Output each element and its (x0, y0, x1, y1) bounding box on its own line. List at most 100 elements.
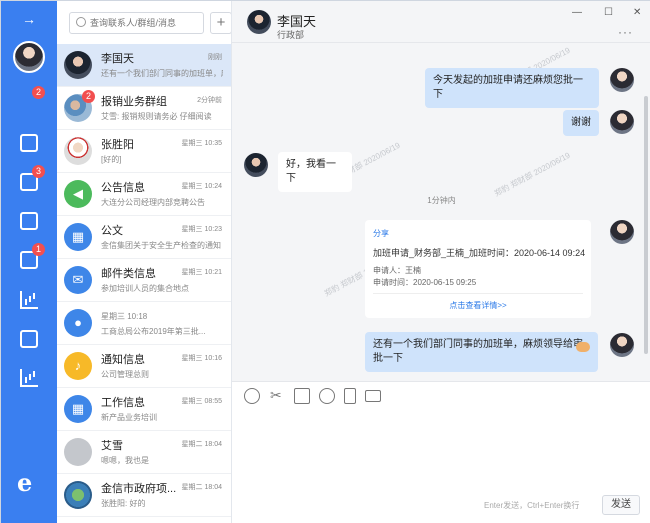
search-icon (76, 17, 86, 27)
scissors-icon[interactable] (269, 387, 285, 404)
my-avatar[interactable] (13, 41, 45, 73)
conversation-item[interactable]: 艾雪 星期二 18:04 嗯嗯，我也是 (57, 431, 231, 474)
conversation-preview: 还有一个我们部门同事的加班单，麻烦领导给审批一下 (101, 69, 223, 78)
composer: Enter发送，Ctrl+Enter换行 发送 (232, 381, 650, 523)
conversation-name: 报销业务群组 (101, 96, 167, 108)
add-button[interactable]: + (210, 12, 231, 34)
conversation-item[interactable]: 金信市政府项... 星期二 18:04 张胜阳: 好的 (57, 474, 231, 517)
conversation-list: + 李国天 刚刚 还有一个我们部门同事的加班单，麻烦领导给审批一下 2 报销业务… (57, 1, 232, 523)
collapse-arrow-icon[interactable]: → (1, 11, 57, 27)
browser-icon[interactable]: e (17, 471, 41, 495)
conversation-item[interactable]: 李国天 刚刚 还有一个我们部门同事的加班单，麻烦领导给审批一下 (57, 44, 231, 87)
share-icon[interactable] (294, 388, 310, 404)
avatar (64, 137, 92, 165)
nav-report[interactable] (1, 286, 57, 314)
chart-icon (20, 291, 38, 309)
conversation-preview: 艾雪: 报销规则请务必 仔细阅读 (101, 112, 212, 121)
folder-icon[interactable] (365, 390, 381, 402)
nav-stats[interactable] (1, 364, 57, 392)
nav-tasks[interactable]: 3 (1, 165, 57, 196)
speaker-icon: ◀ (64, 180, 92, 208)
divider (373, 293, 583, 294)
conversation-preview: 新产品业务培训 (101, 413, 157, 422)
share-date: 申请时间：2020-06-15 09:25 (373, 278, 477, 287)
search-box[interactable] (69, 12, 204, 34)
chat-header: 李国天 行政部 — ☐ ✕ ··· (232, 1, 650, 43)
conversation-name: 工作信息 (101, 397, 145, 409)
conversation-time: 星期三 10:35 (181, 140, 222, 147)
nav-docs[interactable] (1, 207, 57, 235)
conversation-name: 通知信息 (101, 354, 145, 366)
stats-icon (20, 369, 38, 387)
chat-scrollbar[interactable] (644, 96, 648, 354)
conversation-preview: 金信集团关于安全生产检查的通知 (101, 241, 221, 250)
conversation-item[interactable]: 2 报销业务群组 2分钟前 艾雪: 报销规则请务必 仔细阅读 (57, 87, 231, 130)
conversation-time: 星期二 18:04 (181, 484, 222, 491)
chat-badge: 2 (32, 86, 45, 99)
more-icon[interactable]: ··· (618, 25, 633, 39)
form-icon (20, 330, 38, 348)
note-icon[interactable] (344, 388, 356, 404)
conversation-time: 2分钟前 (197, 97, 222, 104)
maximize-button[interactable]: ☐ (604, 7, 613, 18)
conversation-item[interactable]: ▦ 公文 星期三 10:23 金信集团关于安全生产检查的通知 (57, 216, 231, 259)
share-tag: 分享 (373, 229, 389, 238)
send-hint: Enter发送，Ctrl+Enter换行 (484, 501, 580, 510)
conversation-time: 星期三 10:16 (181, 355, 222, 362)
conversation-preview: 参加培训人员的集合地点 (101, 284, 189, 293)
composer-toolbar (244, 387, 381, 406)
conversation-time: 星期三 10:21 (181, 269, 222, 276)
conversation-time: 星期二 18:04 (181, 441, 222, 448)
avatar (64, 438, 92, 466)
nav-chat[interactable]: 2 (1, 86, 269, 117)
conversation-item[interactable]: ♪ 通知信息 星期三 10:16 公司管理总则 (57, 345, 231, 388)
message-bubble[interactable]: 谢谢 (563, 110, 599, 136)
message-bubble[interactable]: 好，我看一下 (278, 152, 352, 192)
conversation-item[interactable]: ✉ 邮件类信息 星期三 10:21 参加培训人员的集合地点 (57, 259, 231, 302)
my-avatar (610, 220, 634, 244)
send-button[interactable]: 发送 (602, 495, 640, 515)
conversation-item[interactable]: ◀ 公告信息 星期三 10:24 大连分公司经理内部竞聘公告 (57, 173, 231, 216)
tasks-badge: 3 (32, 165, 45, 178)
conversation-time: 星期三 10:23 (181, 226, 222, 233)
docs-icon (20, 212, 38, 230)
conversation-preview: 大连分公司经理内部竞聘公告 (101, 198, 205, 207)
conversation-time: 星期三 10:18 (101, 312, 148, 321)
close-button[interactable]: ✕ (633, 7, 641, 18)
contact-avatar (244, 153, 268, 177)
chat-panel: 李国天 行政部 — ☐ ✕ ··· 郑豹 郑财部 2020/06/19 郑豹 郑… (232, 1, 650, 523)
conversation-item[interactable]: ▦ 工作信息 星期三 08:55 新产品业务培训 (57, 388, 231, 431)
conversation-time: 刚刚 (208, 54, 222, 61)
minimize-button[interactable]: — (572, 7, 582, 18)
message-bubble[interactable]: 今天发起的加班申请还麻烦您批一下 (425, 68, 599, 108)
conversation-name: 张胜阳 (101, 139, 134, 151)
handshake-icon (576, 342, 590, 352)
search-input[interactable] (90, 15, 200, 31)
contact-dept: 行政部 (277, 30, 305, 40)
nav-forms[interactable] (1, 325, 57, 353)
my-avatar (610, 68, 634, 92)
nav-rail: → 2 3 1 e (1, 1, 269, 523)
message-bubble[interactable]: 还有一个我们部门同事的加班单，麻烦领导给审批一下 (365, 332, 598, 372)
conversation-name: 艾雪 (101, 440, 123, 452)
conversation-item[interactable]: ● 星期三 10:18 工商总局公布2019年第三批... (57, 302, 231, 345)
my-avatar (610, 333, 634, 357)
share-title: 加班申请_财务部_王楠_加班时间：2020-06-14 09:24... (373, 248, 585, 258)
person-icon: ● (64, 309, 92, 337)
comment-icon[interactable] (319, 388, 335, 404)
contact-avatar[interactable] (247, 10, 271, 34)
watermark: 郑豹 郑财部 2020/06/19 (492, 150, 572, 199)
share-card[interactable]: 分享 加班申请_财务部_王楠_加班时间：2020-06-14 09:24... … (365, 220, 591, 318)
notices-badge: 1 (32, 243, 45, 256)
app-window: → 2 3 1 e 查询联系人/群组/消息 + 李国天 刚刚 还有一个我们部门同… (0, 0, 650, 523)
nav-contacts[interactable] (1, 129, 57, 157)
nav-notices[interactable]: 1 (1, 243, 57, 274)
conversation-preview: 工商总局公布2019年第三批... (101, 327, 206, 336)
message-list: 郑豹 郑财部 2020/06/19 郑豹 郑财部 2020/06/19 郑豹 郑… (232, 44, 650, 381)
conversation-name: 金信市政府项... (101, 483, 177, 495)
view-details-link[interactable]: 点击查看详情>> (365, 300, 591, 311)
emoji-icon[interactable] (244, 388, 260, 404)
conversation-preview: 张胜阳: 好的 (101, 499, 146, 508)
conversation-time: 星期三 08:55 (181, 398, 222, 405)
conversation-item[interactable]: 张胜阳 星期三 10:35 [好的] (57, 130, 231, 173)
